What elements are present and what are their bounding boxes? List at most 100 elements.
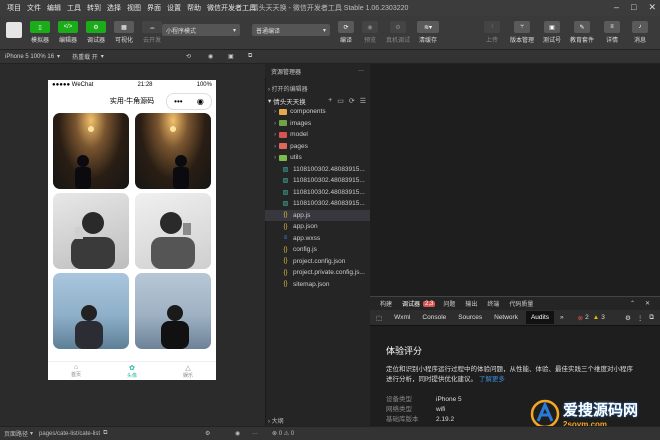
tree-file[interactable]: ▨ 1108100302.48083915... (265, 187, 370, 199)
more-icon[interactable]: ••• (174, 97, 182, 106)
test-account-button[interactable]: ▣ 测试号 (538, 21, 566, 44)
clear-cache-button[interactable]: ≋▾ 清缓存 (414, 21, 442, 44)
compile-select[interactable]: 普通编译 ▾ (252, 24, 330, 36)
tree-file[interactable]: ▨ 1108100302.48083915... (265, 198, 370, 210)
avatar-card[interactable] (135, 113, 211, 189)
more-icon[interactable]: ··· (358, 68, 364, 74)
tab-console[interactable]: Console (422, 314, 446, 321)
phone-simulator[interactable]: ●●●●● WeChat 21:28 100% 实用-牛角源码 ••• ◉ ⌂ … (48, 80, 216, 380)
visual-toggle[interactable]: ▦ 可视化 (112, 21, 136, 44)
new-folder-icon[interactable]: ▭ (337, 97, 344, 105)
menu-settings[interactable]: 设置 (164, 3, 184, 13)
tab-debugger[interactable]: 调试器 (402, 299, 420, 308)
more-icon[interactable]: ⋮ (637, 314, 644, 322)
inspect-icon[interactable]: ⬚ (376, 314, 382, 322)
menu-select[interactable]: 选择 (104, 3, 124, 13)
close-icon[interactable]: ✕ (648, 2, 656, 13)
project-section[interactable]: ▾ 情头天天换 + ▭ ⟳ ☰ (268, 96, 368, 106)
upload-button[interactable]: ↑ 上传 (478, 21, 506, 44)
cloud-toggle[interactable]: ☁ 云开发 (140, 21, 164, 44)
learn-more-link[interactable]: 了解更多 (479, 376, 505, 383)
tree-file[interactable]: {} config.js (265, 244, 370, 256)
hot-reload-select[interactable]: 热重载 开 (72, 52, 98, 61)
avatar-card[interactable] (53, 273, 129, 349)
tree-item-label: 1108100302.48083915... (293, 165, 365, 173)
popout-icon[interactable]: ⧉ (248, 53, 252, 60)
editor-area[interactable] (370, 64, 660, 296)
avatar-card[interactable] (53, 193, 129, 269)
refresh-icon[interactable]: ⟳ (349, 97, 355, 105)
copy-icon[interactable]: ⧉ (103, 430, 107, 437)
menu-help[interactable]: 帮助 (184, 3, 204, 13)
tab-network[interactable]: Network (494, 314, 518, 321)
tab-home[interactable]: ⌂ 首页 (71, 364, 81, 378)
tab-output[interactable]: 输出 (465, 299, 477, 308)
tab-sources[interactable]: Sources (458, 314, 482, 321)
eye-icon[interactable]: ◉ (235, 430, 240, 437)
screenshot-icon[interactable]: ▣ (228, 53, 234, 60)
tab-terminal[interactable]: 终端 (487, 299, 499, 308)
menu-interface[interactable]: 界面 (144, 3, 164, 13)
rotate-icon[interactable]: ⟲ (186, 53, 191, 60)
remote-debug-button[interactable]: ⚙ 真机调试 (382, 21, 414, 44)
simulator-toggle[interactable]: ▯ 模拟器 (28, 21, 52, 44)
maximize-icon[interactable]: □ (631, 2, 636, 13)
tree-file[interactable]: {} app.js (265, 209, 370, 221)
tab-fun[interactable]: △ 娱乐 (183, 364, 193, 379)
preview-button[interactable]: ◉ 预览 (358, 21, 382, 44)
new-file-icon[interactable]: + (328, 97, 332, 105)
menu-project[interactable]: 项目 (4, 3, 24, 13)
avatar[interactable] (6, 22, 22, 38)
menu-edit[interactable]: 编辑 (44, 3, 64, 13)
record-icon[interactable]: ◉ (208, 53, 213, 60)
avatar-card[interactable] (53, 113, 129, 189)
editor-toggle[interactable]: </> 编辑器 (56, 21, 80, 44)
menu-goto[interactable]: 转到 (84, 3, 104, 13)
tree-file[interactable]: {} app.json (265, 221, 370, 233)
tree-file[interactable]: ▨ 1108100302.48083915... (265, 175, 370, 187)
tree-file[interactable]: {} sitemap.json (265, 279, 370, 291)
dock-icon[interactable]: ⧉ (649, 314, 654, 322)
menu-file[interactable]: 文件 (24, 3, 44, 13)
tree-folder[interactable]: › pages (265, 141, 370, 153)
debugger-toggle[interactable]: ⚙ 调试器 (84, 21, 108, 44)
details-button[interactable]: ≡ 详情 (598, 21, 626, 44)
mode-select[interactable]: 小程序模式 ▾ (162, 24, 240, 36)
collapse-icon[interactable]: ☰ (360, 97, 366, 105)
avatar-card[interactable] (135, 273, 211, 349)
tree-folder[interactable]: › utils (265, 152, 370, 164)
tree-file[interactable]: ≡ app.wxss (265, 233, 370, 245)
outline-section[interactable]: › 大纲 (268, 416, 368, 425)
tab-wxml[interactable]: Wxml (394, 314, 410, 321)
compile-button[interactable]: ⟳ 编译 (334, 21, 358, 44)
more-icon[interactable]: ··· (252, 431, 258, 437)
tree-file[interactable]: ▨ 1108100302.48083915... (265, 164, 370, 176)
settings-icon[interactable]: ⚙ (205, 430, 210, 437)
device-select[interactable]: iPhone 5 100% 16 (5, 54, 54, 60)
tree-file[interactable]: {} project.private.config.js... (265, 267, 370, 279)
target-icon[interactable]: ◉ (197, 97, 204, 106)
more-tabs-icon[interactable]: » (560, 314, 564, 321)
minimize-icon[interactable]: – (614, 2, 619, 13)
close-icon[interactable]: ✕ (645, 300, 650, 307)
tree-file[interactable]: {} project.config.json (265, 256, 370, 268)
menu-tools[interactable]: 工具 (64, 3, 84, 13)
tab-build[interactable]: 构建 (380, 299, 392, 308)
chevron-up-icon[interactable]: ⌃ (630, 300, 635, 307)
version-button[interactable]: ⑂ 版本管理 (506, 21, 538, 44)
tree-folder[interactable]: › components (265, 106, 370, 118)
tab-code-quality[interactable]: 代码质量 (509, 299, 533, 308)
tree-folder[interactable]: › images (265, 118, 370, 130)
menu-view[interactable]: 视图 (124, 3, 144, 13)
tab-avatar[interactable]: ✿ 头像 (127, 364, 137, 379)
open-editors-section[interactable]: › 打开的编辑器 (268, 84, 368, 93)
avatar-card[interactable] (135, 193, 211, 269)
page-path[interactable]: pages/cate-list/cate-list (39, 431, 100, 437)
menu-devtools[interactable]: 微信开发者工具 (204, 3, 259, 13)
tab-audits[interactable]: Audits (525, 311, 555, 324)
gear-icon[interactable]: ⚙ (625, 314, 631, 322)
messages-button[interactable]: ♪ 消息 (626, 21, 654, 44)
tree-folder[interactable]: › model (265, 129, 370, 141)
tab-problems[interactable]: 问题 (443, 299, 455, 308)
edu-button[interactable]: ✎ 教育套件 (566, 21, 598, 44)
